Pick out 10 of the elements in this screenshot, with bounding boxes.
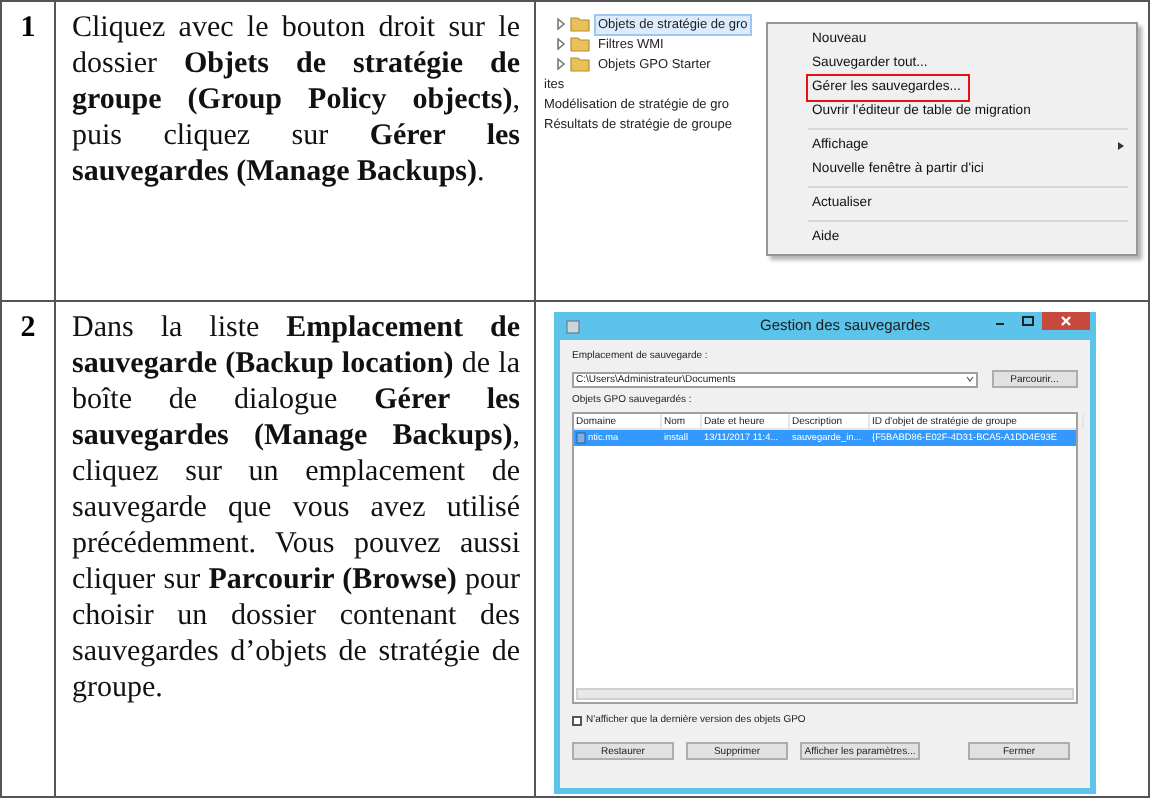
step-text: Cliquez avec le bouton droit sur le dossier Objets de stratégie de groupe (Group Policy objects), puis cliquez sur Gérer les sauvegardes (Manage Backups). — [72, 10, 520, 190]
document-icon — [576, 432, 586, 444]
caret-icon — [965, 376, 974, 382]
submenu-arrow-icon — [1118, 142, 1124, 150]
step-text: Dans la liste Emplacement de sauvegarde (Backup location) de la boîte de dialogue Gérer les sauvegardes (Manage Backups), cliquez sur un emplacement de sauvegarde que vous avez utilisé précédemment. Vous pouvez aussi cliquer sur Parcourir (Browse) pour choisir un dossier contenant des sauvegardes d’objets de stratégie de groupe. — [72, 310, 520, 706]
step-number: 1 — [20, 10, 36, 46]
app-icon — [566, 319, 580, 333]
close-icon — [1042, 312, 1090, 330]
step-number: 2 — [20, 310, 36, 346]
checkbox[interactable] — [572, 715, 582, 725]
